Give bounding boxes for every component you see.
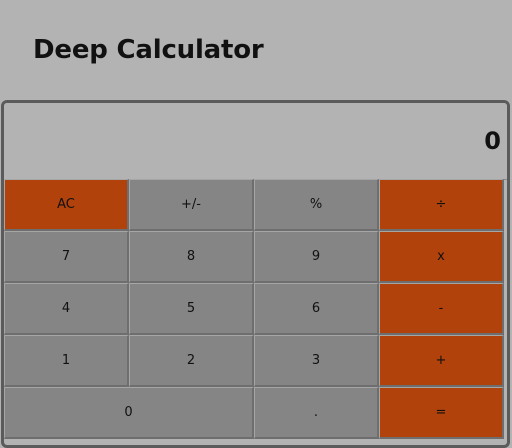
display-value: 0 [484, 127, 501, 155]
multiply-button[interactable]: x [379, 231, 504, 283]
digit-4-button[interactable]: 4 [4, 283, 129, 335]
digit-1-button[interactable]: 1 [4, 335, 129, 387]
keypad: AC +/- % ÷ 7 8 9 x 4 5 6 - 1 2 3 + 0 . = [4, 179, 504, 439]
toggle-sign-button[interactable]: +/- [129, 179, 254, 231]
digit-9-button[interactable]: 9 [254, 231, 379, 283]
app-title: Deep Calculator [33, 35, 264, 65]
subtract-button[interactable]: - [379, 283, 504, 335]
digit-5-button[interactable]: 5 [129, 283, 254, 335]
digit-2-button[interactable]: 2 [129, 335, 254, 387]
divide-button[interactable]: ÷ [379, 179, 504, 231]
clear-button[interactable]: AC [4, 179, 129, 231]
add-button[interactable]: + [379, 335, 504, 387]
digit-3-button[interactable]: 3 [254, 335, 379, 387]
digit-7-button[interactable]: 7 [4, 231, 129, 283]
equals-button[interactable]: = [379, 387, 504, 439]
digit-8-button[interactable]: 8 [129, 231, 254, 283]
digit-6-button[interactable]: 6 [254, 283, 379, 335]
percent-button[interactable]: % [254, 179, 379, 231]
digit-0-button[interactable]: 0 [4, 387, 254, 439]
display: 0 [4, 103, 507, 180]
decimal-button[interactable]: . [254, 387, 379, 439]
calculator: 0 AC +/- % ÷ 7 8 9 x 4 5 6 - 1 2 3 + 0 .… [1, 100, 510, 448]
